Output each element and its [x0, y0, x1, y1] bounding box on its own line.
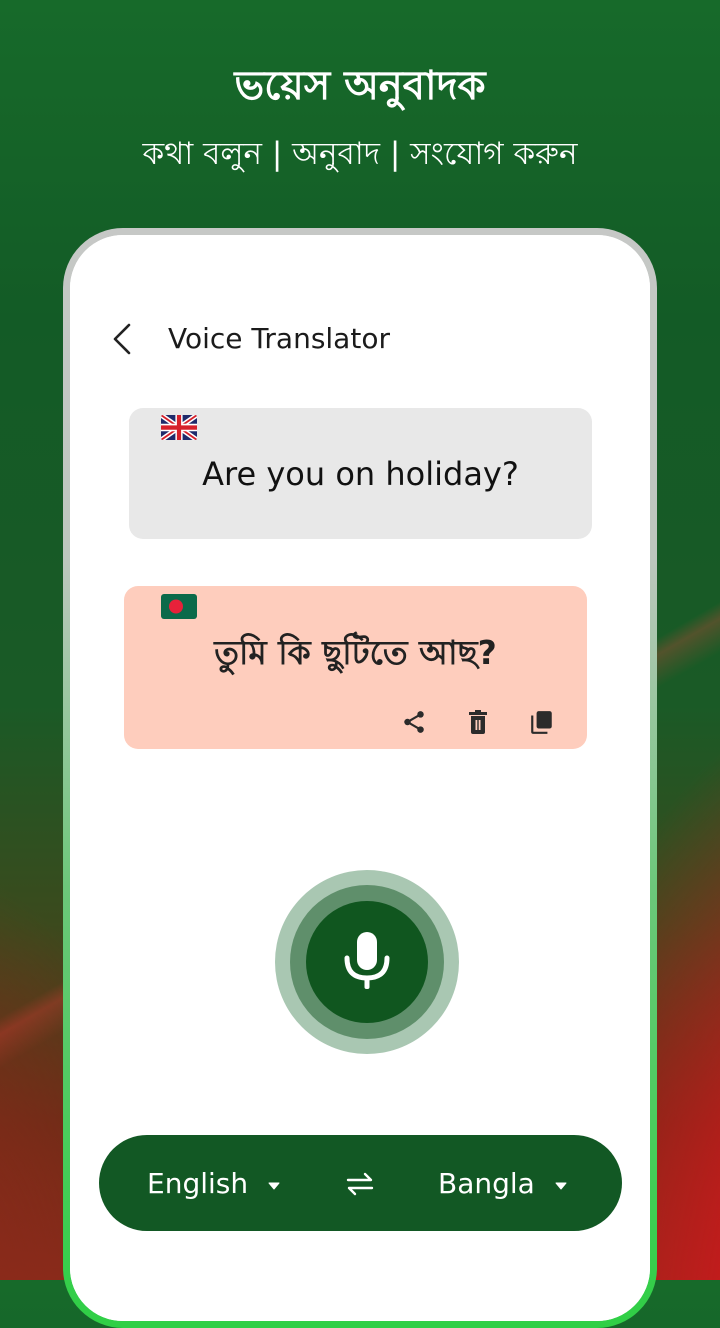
share-button[interactable]	[399, 707, 429, 737]
target-language-dropdown[interactable]: Bangla	[438, 1135, 567, 1231]
source-language-dropdown[interactable]: English	[147, 1135, 280, 1231]
copy-icon	[531, 711, 552, 734]
page-title: Voice Translator	[168, 322, 390, 355]
source-text-card: Are you on holiday?	[129, 408, 592, 539]
source-language-label: English	[147, 1166, 249, 1200]
hero-title: ভয়েস অনুবাদক	[234, 63, 486, 109]
language-selector-bar: English Bangla	[99, 1135, 622, 1231]
mic-button[interactable]	[306, 901, 428, 1023]
back-button[interactable]	[104, 321, 140, 357]
caret-down-icon	[555, 1182, 567, 1190]
caret-down-icon	[268, 1182, 280, 1190]
target-language-label: Bangla	[438, 1166, 535, 1200]
swap-arrows-icon	[346, 1172, 374, 1196]
delete-button[interactable]	[463, 707, 493, 737]
translated-text-card: তুমি কি ছুটিতে আছ?	[124, 586, 587, 749]
app-screen: Voice Translator Are you on holiday? তুম…	[70, 235, 650, 1321]
uk-flag-icon	[161, 415, 197, 440]
bangladesh-flag-icon	[161, 594, 197, 619]
microphone-control	[275, 870, 459, 1054]
share-icon	[404, 711, 424, 733]
chevron-left-icon	[113, 323, 131, 355]
source-text: Are you on holiday?	[202, 455, 519, 493]
top-app-bar: Voice Translator	[70, 315, 650, 365]
microphone-icon	[344, 932, 390, 989]
phone-frame: Voice Translator Are you on holiday? তুম…	[63, 228, 657, 1328]
translated-text: তুমি কি ছুটিতে আছ?	[214, 633, 497, 672]
swap-languages-button[interactable]	[343, 1167, 377, 1201]
hero-subtitle: কথা বলুন | অনুবাদ | সংযোগ করুন	[142, 136, 578, 172]
trash-icon	[469, 710, 487, 734]
copy-button[interactable]	[527, 707, 557, 737]
translation-actions	[399, 707, 557, 737]
